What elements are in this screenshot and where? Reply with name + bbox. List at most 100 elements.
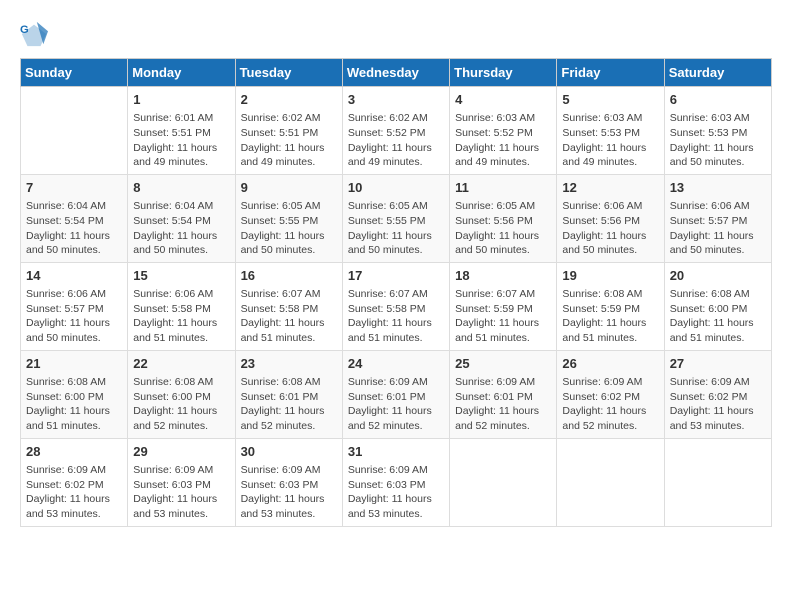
logo: G — [20, 20, 52, 48]
day-info: Sunrise: 6:02 AM — [241, 111, 337, 126]
day-info: and 51 minutes. — [455, 331, 551, 346]
day-info: Sunrise: 6:04 AM — [26, 199, 122, 214]
day-number: 16 — [241, 267, 337, 285]
day-info: and 53 minutes. — [241, 507, 337, 522]
day-info: Sunrise: 6:08 AM — [562, 287, 658, 302]
day-info: Sunrise: 6:04 AM — [133, 199, 229, 214]
calendar-cell — [557, 438, 664, 526]
day-info: and 51 minutes. — [670, 331, 766, 346]
day-info: Daylight: 11 hours — [348, 492, 444, 507]
day-info: Daylight: 11 hours — [670, 404, 766, 419]
day-info: Sunrise: 6:07 AM — [241, 287, 337, 302]
header-row: SundayMondayTuesdayWednesdayThursdayFrid… — [21, 59, 772, 87]
day-number: 24 — [348, 355, 444, 373]
day-number: 10 — [348, 179, 444, 197]
day-info: Sunrise: 6:08 AM — [26, 375, 122, 390]
day-info: and 49 minutes. — [562, 155, 658, 170]
day-info: Sunrise: 6:07 AM — [348, 287, 444, 302]
day-number: 1 — [133, 91, 229, 109]
day-info: Daylight: 11 hours — [26, 229, 122, 244]
day-info: and 52 minutes. — [562, 419, 658, 434]
day-info: Sunrise: 6:02 AM — [348, 111, 444, 126]
day-number: 9 — [241, 179, 337, 197]
day-info: Sunset: 5:54 PM — [26, 214, 122, 229]
day-number: 14 — [26, 267, 122, 285]
calendar-cell — [21, 87, 128, 175]
day-info: Daylight: 11 hours — [562, 229, 658, 244]
calendar-cell: 31Sunrise: 6:09 AMSunset: 6:03 PMDayligh… — [342, 438, 449, 526]
day-info: Sunrise: 6:03 AM — [562, 111, 658, 126]
calendar-cell: 16Sunrise: 6:07 AMSunset: 5:58 PMDayligh… — [235, 262, 342, 350]
day-info: Daylight: 11 hours — [241, 141, 337, 156]
day-info: Sunset: 5:55 PM — [348, 214, 444, 229]
day-number: 4 — [455, 91, 551, 109]
calendar-cell — [664, 438, 771, 526]
day-info: Sunrise: 6:07 AM — [455, 287, 551, 302]
week-row-1: 1Sunrise: 6:01 AMSunset: 5:51 PMDaylight… — [21, 87, 772, 175]
calendar-cell: 9Sunrise: 6:05 AMSunset: 5:55 PMDaylight… — [235, 174, 342, 262]
day-info: and 53 minutes. — [348, 507, 444, 522]
day-info: Sunset: 5:55 PM — [241, 214, 337, 229]
calendar-table: SundayMondayTuesdayWednesdayThursdayFrid… — [20, 58, 772, 527]
header-monday: Monday — [128, 59, 235, 87]
day-info: and 53 minutes. — [670, 419, 766, 434]
day-info: Daylight: 11 hours — [348, 229, 444, 244]
day-info: and 53 minutes. — [26, 507, 122, 522]
day-number: 25 — [455, 355, 551, 373]
day-info: Sunrise: 6:05 AM — [455, 199, 551, 214]
day-info: Sunrise: 6:09 AM — [348, 375, 444, 390]
day-number: 15 — [133, 267, 229, 285]
day-number: 8 — [133, 179, 229, 197]
day-info: and 50 minutes. — [670, 243, 766, 258]
day-info: Sunset: 6:02 PM — [670, 390, 766, 405]
page-header: G — [20, 20, 772, 48]
day-info: Daylight: 11 hours — [133, 404, 229, 419]
day-info: and 53 minutes. — [133, 507, 229, 522]
day-info: Sunset: 5:57 PM — [26, 302, 122, 317]
day-info: Daylight: 11 hours — [241, 316, 337, 331]
day-info: Sunrise: 6:03 AM — [455, 111, 551, 126]
day-number: 12 — [562, 179, 658, 197]
day-info: Daylight: 11 hours — [26, 404, 122, 419]
day-info: Daylight: 11 hours — [455, 229, 551, 244]
calendar-cell: 5Sunrise: 6:03 AMSunset: 5:53 PMDaylight… — [557, 87, 664, 175]
day-info: Daylight: 11 hours — [26, 492, 122, 507]
day-info: and 51 minutes. — [133, 331, 229, 346]
day-info: Sunrise: 6:09 AM — [562, 375, 658, 390]
day-info: and 51 minutes. — [241, 331, 337, 346]
day-info: Sunset: 5:58 PM — [348, 302, 444, 317]
day-info: Daylight: 11 hours — [133, 316, 229, 331]
week-row-4: 21Sunrise: 6:08 AMSunset: 6:00 PMDayligh… — [21, 350, 772, 438]
day-info: Sunset: 5:56 PM — [562, 214, 658, 229]
day-info: Sunset: 6:00 PM — [670, 302, 766, 317]
day-info: Sunrise: 6:08 AM — [670, 287, 766, 302]
day-info: Sunrise: 6:09 AM — [670, 375, 766, 390]
header-thursday: Thursday — [450, 59, 557, 87]
calendar-cell: 3Sunrise: 6:02 AMSunset: 5:52 PMDaylight… — [342, 87, 449, 175]
day-info: Sunset: 5:52 PM — [348, 126, 444, 141]
day-number: 21 — [26, 355, 122, 373]
day-info: and 50 minutes. — [562, 243, 658, 258]
day-info: Sunset: 6:01 PM — [348, 390, 444, 405]
day-info: Sunset: 5:54 PM — [133, 214, 229, 229]
day-info: Sunrise: 6:08 AM — [133, 375, 229, 390]
header-friday: Friday — [557, 59, 664, 87]
day-info: and 52 minutes. — [133, 419, 229, 434]
day-number: 23 — [241, 355, 337, 373]
day-info: Sunset: 6:01 PM — [241, 390, 337, 405]
day-number: 11 — [455, 179, 551, 197]
day-info: and 49 minutes. — [241, 155, 337, 170]
day-info: Sunrise: 6:09 AM — [26, 463, 122, 478]
day-info: and 49 minutes. — [455, 155, 551, 170]
day-number: 5 — [562, 91, 658, 109]
calendar-cell: 18Sunrise: 6:07 AMSunset: 5:59 PMDayligh… — [450, 262, 557, 350]
day-info: and 50 minutes. — [26, 243, 122, 258]
day-info: Sunset: 5:56 PM — [455, 214, 551, 229]
day-info: Daylight: 11 hours — [562, 404, 658, 419]
calendar-cell: 8Sunrise: 6:04 AMSunset: 5:54 PMDaylight… — [128, 174, 235, 262]
header-tuesday: Tuesday — [235, 59, 342, 87]
day-info: Daylight: 11 hours — [562, 141, 658, 156]
day-info: Sunrise: 6:09 AM — [133, 463, 229, 478]
header-sunday: Sunday — [21, 59, 128, 87]
day-info: Sunset: 6:01 PM — [455, 390, 551, 405]
